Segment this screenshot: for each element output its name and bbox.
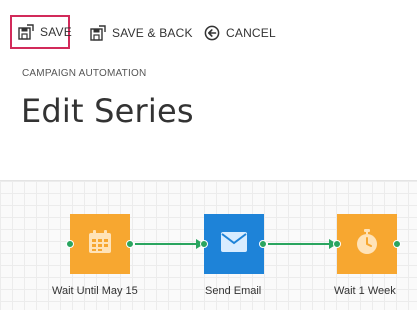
step-3-label: Wait 1 Week	[334, 285, 396, 297]
cancel-button[interactable]: CANCEL	[204, 20, 276, 46]
cancel-label: CANCEL	[226, 26, 276, 40]
step-2-label: Send Email	[205, 285, 262, 297]
step-2-output-port[interactable]	[259, 240, 267, 248]
step-wait-week-node[interactable]	[337, 214, 397, 274]
step-send-email-node[interactable]	[204, 214, 264, 274]
save-back-icon	[90, 25, 106, 41]
step-3-input-port[interactable]	[333, 240, 341, 248]
save-button[interactable]: SAVE	[10, 15, 72, 49]
toolbar: SAVE SAVE & BACK CANCEL	[0, 0, 417, 60]
save-icon	[18, 24, 34, 40]
calendar-icon	[87, 229, 113, 260]
page-title: Edit Series	[21, 92, 194, 130]
workflow-canvas[interactable]: Wait Until May 15 Send Email Wait 1 Week	[0, 180, 417, 310]
save-and-back-button[interactable]: SAVE & BACK	[90, 20, 193, 46]
save-back-label: SAVE & BACK	[112, 26, 193, 40]
step-3-output-port[interactable]	[393, 240, 401, 248]
step-1-output-port[interactable]	[126, 240, 134, 248]
step-wait-until-node[interactable]	[70, 214, 130, 274]
connector-1	[135, 239, 204, 249]
step-1-label: Wait Until May 15	[52, 285, 138, 297]
save-label: SAVE	[40, 25, 72, 39]
back-arrow-circle-icon	[204, 25, 220, 41]
connector-2	[268, 239, 337, 249]
envelope-icon	[220, 231, 248, 258]
step-1-input-port[interactable]	[66, 240, 74, 248]
step-2-input-port[interactable]	[200, 240, 208, 248]
breadcrumb[interactable]: CAMPAIGN AUTOMATION	[22, 68, 146, 79]
stopwatch-icon	[355, 228, 379, 260]
